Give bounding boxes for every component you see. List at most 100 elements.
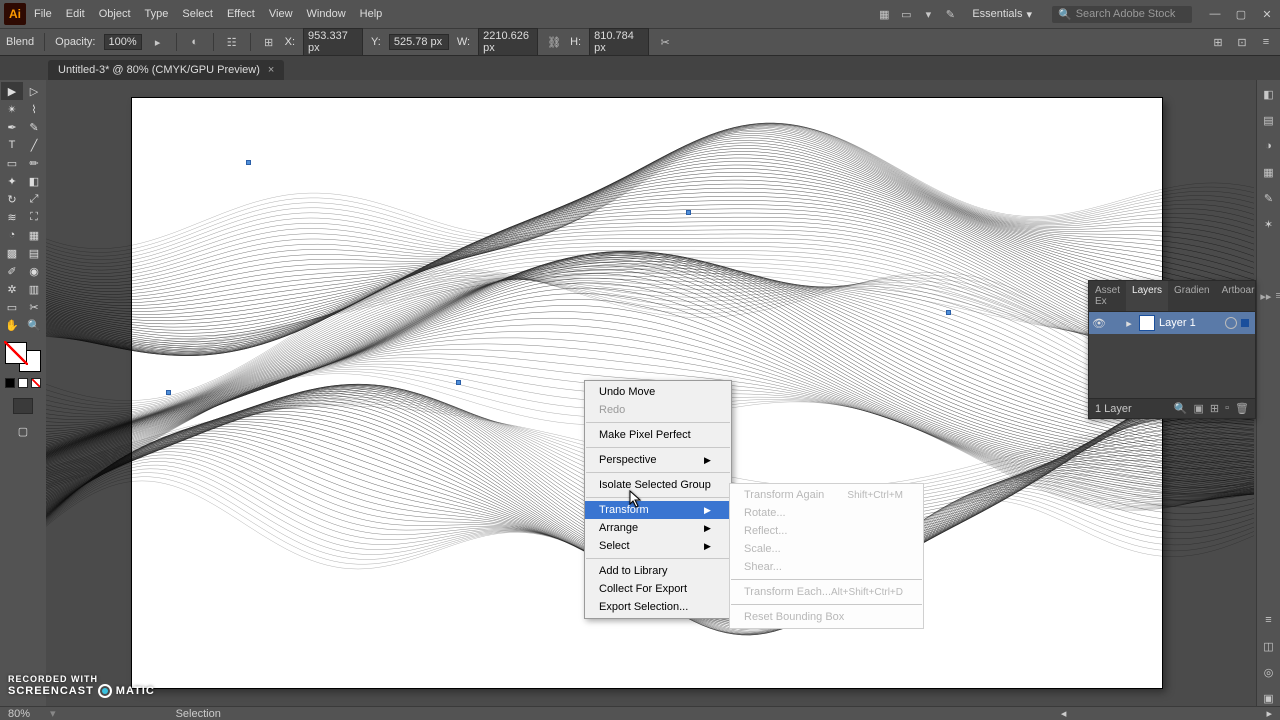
- expand-layer-icon[interactable]: ▸: [1123, 317, 1135, 330]
- sub-transform-again[interactable]: Transform AgainShift+Ctrl+M: [730, 486, 923, 504]
- sub-transform-each[interactable]: Transform Each...Alt+Shift+Ctrl+D: [730, 583, 923, 601]
- tab-gradient[interactable]: Gradien: [1168, 281, 1216, 311]
- perspective-tool[interactable]: ▦: [23, 226, 45, 244]
- curvature-tool[interactable]: ✎: [23, 118, 45, 136]
- x-input[interactable]: 953.337 px: [303, 28, 363, 56]
- ctx-perspective[interactable]: Perspective▶: [585, 451, 731, 469]
- ctx-collect-export[interactable]: Collect For Export: [585, 580, 731, 598]
- layer-name[interactable]: Layer 1: [1159, 317, 1225, 329]
- sub-rotate[interactable]: Rotate...: [730, 504, 923, 522]
- shape-mode-icon[interactable]: ✂: [657, 34, 673, 50]
- rectangle-tool[interactable]: ▭: [1, 154, 23, 172]
- menu-help[interactable]: Help: [360, 8, 383, 20]
- anchor-point[interactable]: [946, 310, 951, 315]
- ctx-transform[interactable]: Transform▶: [585, 501, 731, 519]
- opacity-input[interactable]: 100%: [104, 34, 142, 50]
- sub-shear[interactable]: Shear...: [730, 558, 923, 576]
- scale-tool[interactable]: ⤢: [23, 190, 45, 208]
- none-mode-icon[interactable]: [31, 378, 41, 388]
- y-input[interactable]: 525.78 px: [389, 34, 449, 50]
- close-tab-icon[interactable]: ×: [268, 64, 274, 76]
- maximize-button[interactable]: ▢: [1232, 5, 1250, 23]
- shape-builder-tool[interactable]: ◔: [1, 226, 23, 244]
- swatches-panel-icon[interactable]: ▦: [1261, 164, 1277, 180]
- bridge-icon[interactable]: ▾: [920, 6, 936, 22]
- search-stock[interactable]: 🔍 Search Adobe Stock: [1052, 6, 1192, 23]
- eraser-tool[interactable]: ◧: [23, 172, 45, 190]
- ctx-add-library[interactable]: Add to Library: [585, 562, 731, 580]
- delete-layer-icon[interactable]: 🗑: [1235, 402, 1249, 415]
- panel-menu-icon[interactable]: ≡: [1258, 34, 1274, 50]
- artboard-tool[interactable]: ▭: [1, 298, 23, 316]
- blend-tool[interactable]: ◉: [23, 262, 45, 280]
- draw-mode-button[interactable]: [13, 398, 33, 414]
- tab-artboards[interactable]: Artboar: [1216, 281, 1261, 311]
- scroll-left-icon[interactable]: ◂: [1061, 707, 1067, 720]
- libraries-panel-icon[interactable]: ▤: [1261, 112, 1277, 128]
- make-clipping-mask-icon[interactable]: ▣: [1194, 402, 1204, 415]
- graphic-styles-panel-icon[interactable]: ▣: [1261, 690, 1277, 706]
- gradient-tool[interactable]: ▤: [23, 244, 45, 262]
- transparency-panel-icon[interactable]: ◫: [1261, 638, 1277, 654]
- stroke-panel-icon[interactable]: ≡: [1261, 612, 1277, 628]
- menu-type[interactable]: Type: [145, 8, 169, 20]
- shaper-tool[interactable]: ✦: [1, 172, 23, 190]
- visibility-toggle-icon[interactable]: 👁: [1089, 317, 1109, 330]
- menu-window[interactable]: Window: [307, 8, 346, 20]
- gpu-icon[interactable]: ▭: [898, 6, 914, 22]
- selection-tool[interactable]: ▶: [1, 82, 23, 100]
- ctx-arrange[interactable]: Arrange▶: [585, 519, 731, 537]
- sub-reflect[interactable]: Reflect...: [730, 522, 923, 540]
- menu-file[interactable]: File: [34, 8, 52, 20]
- ctx-undo[interactable]: Undo Move: [585, 383, 731, 401]
- transform-panel-icon[interactable]: ⊞: [1210, 34, 1226, 50]
- brush-tool[interactable]: ✏: [23, 154, 45, 172]
- arrange-docs-icon[interactable]: ▦: [876, 6, 892, 22]
- symbol-sprayer-tool[interactable]: ✲: [1, 280, 23, 298]
- appearance-panel-icon[interactable]: ◎: [1261, 664, 1277, 680]
- fill-stroke-swatch[interactable]: [3, 340, 43, 374]
- rotate-tool[interactable]: ↻: [1, 190, 23, 208]
- close-button[interactable]: ✕: [1258, 5, 1276, 23]
- color-panel-icon[interactable]: ◑: [1261, 138, 1277, 154]
- eyedropper-tool[interactable]: ✐: [1, 262, 23, 280]
- screen-mode-button[interactable]: ▢: [12, 422, 34, 440]
- menu-object[interactable]: Object: [99, 8, 131, 20]
- type-tool[interactable]: T: [1, 136, 23, 154]
- menu-effect[interactable]: Effect: [227, 8, 255, 20]
- locate-object-icon[interactable]: 🔍: [1174, 402, 1188, 415]
- layers-panel[interactable]: Asset Ex Layers Gradien Artboar ▸▸≡ 👁 ▸ …: [1088, 280, 1256, 419]
- ctx-select[interactable]: Select▶: [585, 537, 731, 555]
- line-tool[interactable]: ╱: [23, 136, 45, 154]
- slice-tool[interactable]: ✂: [23, 298, 45, 316]
- isolate-icon[interactable]: ⊡: [1234, 34, 1250, 50]
- mesh-tool[interactable]: ▩: [1, 244, 23, 262]
- magic-wand-tool[interactable]: ✴: [1, 100, 23, 118]
- graph-tool[interactable]: ▥: [23, 280, 45, 298]
- workspace-switcher[interactable]: Essentials ▾: [972, 8, 1032, 21]
- tab-asset-export[interactable]: Asset Ex: [1089, 281, 1126, 311]
- brushes-panel-icon[interactable]: ✎: [1261, 190, 1277, 206]
- target-icon[interactable]: [1225, 317, 1237, 329]
- tab-layers[interactable]: Layers: [1126, 281, 1168, 311]
- free-transform-tool[interactable]: ⛶: [23, 208, 45, 226]
- symbols-panel-icon[interactable]: ✶: [1261, 216, 1277, 232]
- recolor-icon[interactable]: ◐: [187, 34, 203, 50]
- width-tool[interactable]: ≋: [1, 208, 23, 226]
- new-sublayer-icon[interactable]: ⊞: [1210, 402, 1219, 415]
- zoom-tool[interactable]: 🔍: [23, 316, 45, 334]
- hand-tool[interactable]: ✋: [1, 316, 23, 334]
- scroll-right-icon[interactable]: ▸: [1266, 707, 1272, 720]
- menu-edit[interactable]: Edit: [66, 8, 85, 20]
- layer-row[interactable]: 👁 ▸ Layer 1: [1089, 312, 1255, 334]
- menu-select[interactable]: Select: [182, 8, 213, 20]
- link-wh-icon[interactable]: ⛓: [546, 34, 562, 50]
- direct-selection-tool[interactable]: ▷: [23, 82, 45, 100]
- anchor-point[interactable]: [166, 390, 171, 395]
- sub-reset-bbox[interactable]: Reset Bounding Box: [730, 608, 923, 626]
- document-tab[interactable]: Untitled-3* @ 80% (CMYK/GPU Preview) ×: [48, 60, 284, 80]
- zoom-level[interactable]: 80%: [8, 708, 30, 720]
- w-input[interactable]: 2210.626 px: [478, 28, 538, 56]
- cloud-icon[interactable]: ✎: [942, 6, 958, 22]
- panel-collapse-icon[interactable]: ▸▸: [1260, 290, 1271, 303]
